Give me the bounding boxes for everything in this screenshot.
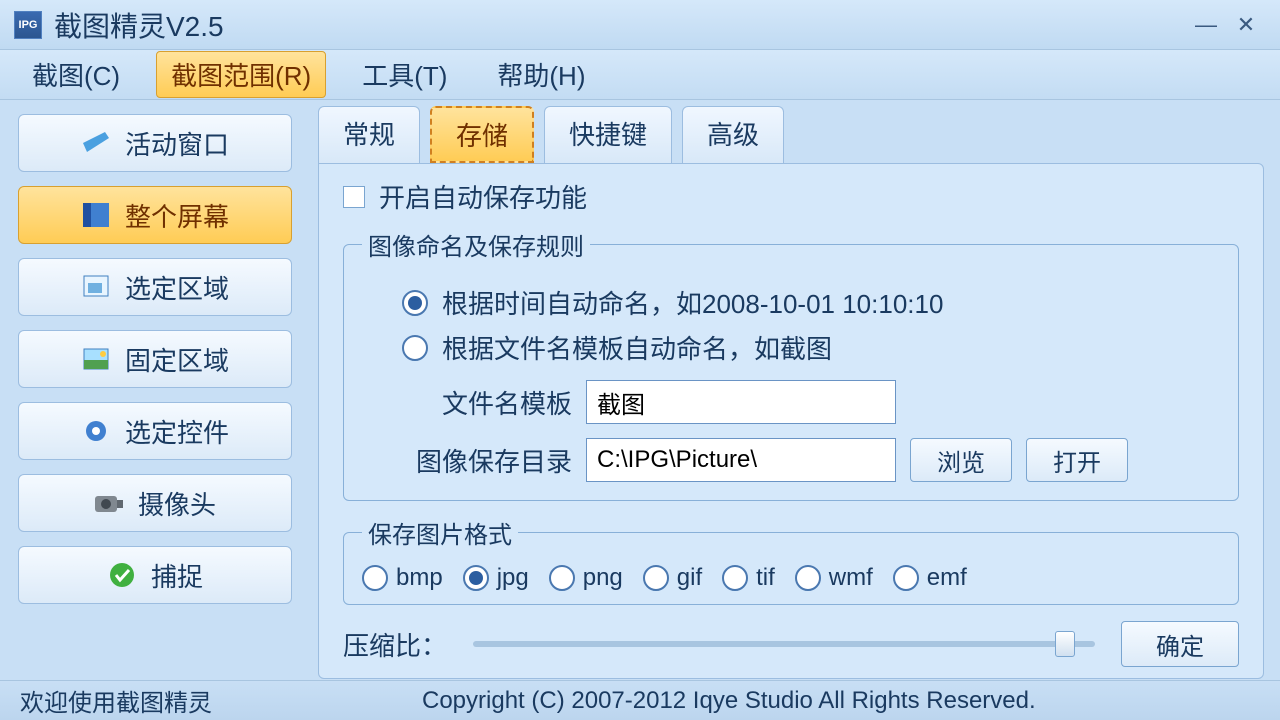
radio-emf[interactable] (893, 565, 919, 591)
sidebar-active-window[interactable]: 活动窗口 (18, 114, 292, 172)
sidebar: 活动窗口 整个屏幕 选定区域 固定区域 选定控件 摄像头 捕捉 (0, 100, 310, 680)
content: 常规 存储 快捷键 高级 开启自动保存功能 图像命名及保存规则 根据时间自动命名… (310, 100, 1280, 680)
close-button[interactable]: ✕ (1226, 10, 1266, 40)
sidebar-label: 固定区域 (125, 341, 229, 378)
radio-tif[interactable] (722, 565, 748, 591)
sidebar-full-screen[interactable]: 整个屏幕 (18, 186, 292, 244)
open-button[interactable]: 打开 (1026, 438, 1128, 482)
titlebar: IPG 截图精灵V2.5 — ✕ (0, 0, 1280, 50)
sidebar-label: 摄像头 (138, 485, 216, 522)
select-area-icon (81, 273, 111, 301)
check-icon (107, 561, 137, 589)
radio-by-time[interactable] (402, 290, 428, 316)
menu-help[interactable]: 帮助(H) (483, 52, 599, 97)
fmt-label: wmf (829, 564, 873, 592)
radio-jpg[interactable] (463, 565, 489, 591)
status-copyright: Copyright (C) 2007-2012 Iqye Studio All … (422, 687, 1260, 715)
auto-save-checkbox[interactable] (343, 186, 365, 208)
naming-fieldset: 图像命名及保存规则 根据时间自动命名，如2008-10-01 10:10:10 … (343, 227, 1239, 501)
menu-capture[interactable]: 截图(C) (18, 52, 134, 97)
dir-input[interactable] (586, 438, 896, 482)
dir-label: 图像保存目录 (402, 442, 572, 479)
menubar: 截图(C) 截图范围(R) 工具(T) 帮助(H) (0, 50, 1280, 100)
tab-hotkey[interactable]: 快捷键 (544, 106, 672, 163)
radio-gif[interactable] (643, 565, 669, 591)
fmt-label: jpg (497, 564, 529, 592)
statusbar: 欢迎使用截图精灵 Copyright (C) 2007-2012 Iqye St… (0, 680, 1280, 720)
radio-by-template[interactable] (402, 335, 428, 361)
naming-legend: 图像命名及保存规则 (362, 227, 590, 262)
radio-bmp[interactable] (362, 565, 388, 591)
minimize-button[interactable]: — (1186, 10, 1226, 40)
sidebar-label: 捕捉 (151, 557, 203, 594)
fixed-area-icon (81, 345, 111, 373)
tab-advanced[interactable]: 高级 (682, 106, 784, 163)
slider-thumb[interactable] (1055, 631, 1075, 657)
camera-icon (94, 489, 124, 517)
status-welcome: 欢迎使用截图精灵 (20, 683, 212, 718)
storage-panel: 开启自动保存功能 图像命名及保存规则 根据时间自动命名，如2008-10-01 … (318, 163, 1264, 679)
fmt-label: emf (927, 564, 967, 592)
sidebar-select-area[interactable]: 选定区域 (18, 258, 292, 316)
browse-button[interactable]: 浏览 (910, 438, 1012, 482)
sidebar-select-control[interactable]: 选定控件 (18, 402, 292, 460)
sidebar-fixed-area[interactable]: 固定区域 (18, 330, 292, 388)
radio-wmf[interactable] (795, 565, 821, 591)
fmt-label: png (583, 564, 623, 592)
fmt-label: gif (677, 564, 702, 592)
ok-button[interactable]: 确定 (1121, 621, 1239, 667)
screen-icon (81, 201, 111, 229)
menu-range[interactable]: 截图范围(R) (156, 51, 326, 98)
by-time-label: 根据时间自动命名，如2008-10-01 10:10:10 (442, 284, 943, 321)
compression-slider[interactable] (473, 641, 1095, 647)
window-icon (81, 129, 111, 157)
fmt-label: bmp (396, 564, 443, 592)
menu-tools[interactable]: 工具(T) (348, 52, 461, 97)
sidebar-label: 活动窗口 (125, 125, 229, 162)
tab-general[interactable]: 常规 (318, 106, 420, 163)
window-title: 截图精灵V2.5 (54, 5, 1186, 45)
app-icon: IPG (14, 11, 42, 39)
tab-storage[interactable]: 存储 (430, 106, 534, 163)
radio-png[interactable] (549, 565, 575, 591)
sidebar-label: 选定区域 (125, 269, 229, 306)
template-label: 文件名模板 (402, 384, 572, 421)
sidebar-capture[interactable]: 捕捉 (18, 546, 292, 604)
format-legend: 保存图片格式 (362, 515, 518, 550)
fmt-label: tif (756, 564, 775, 592)
template-input[interactable] (586, 380, 896, 424)
format-fieldset: 保存图片格式 bmp jpg png gif tif wmf emf (343, 515, 1239, 605)
by-template-label: 根据文件名模板自动命名，如截图 (442, 329, 832, 366)
sidebar-label: 整个屏幕 (125, 197, 229, 234)
sidebar-camera[interactable]: 摄像头 (18, 474, 292, 532)
tabbar: 常规 存储 快捷键 高级 (318, 106, 1264, 163)
sidebar-label: 选定控件 (125, 413, 229, 450)
auto-save-label: 开启自动保存功能 (379, 178, 587, 215)
gear-icon (81, 417, 111, 445)
ratio-label: 压缩比： (343, 626, 447, 663)
